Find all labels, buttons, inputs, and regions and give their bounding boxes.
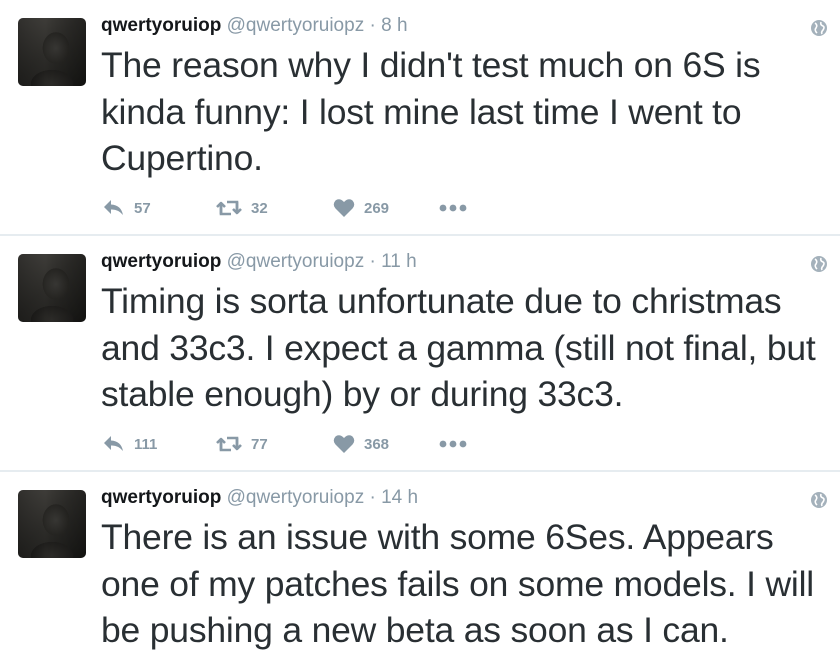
separator: · [369,487,376,508]
tweet-header: qwertyoruiop @qwertyoruiopz · 11 h [101,250,417,274]
tweet-actions: 111 77 368 [101,432,521,456]
more-icon [439,440,467,448]
tweet-actions: 57 32 269 [101,196,521,220]
avatar[interactable] [18,254,86,322]
tweet-text: The reason why I didn't test much on 6S … [101,45,761,178]
user-name[interactable]: qwertyoruiop [101,251,221,272]
more-button[interactable] [439,196,467,220]
retweet-button[interactable]: 77 [216,432,268,456]
like-count: 368 [364,435,390,453]
tweet-header: qwertyoruiop @qwertyoruiopz · 14 h [101,486,418,510]
like-button[interactable]: 368 [333,432,389,456]
globe-icon [811,20,827,36]
reply-icon [104,436,123,451]
user-handle[interactable]: @qwertyoruiopz [227,15,365,36]
timestamp[interactable]: 11 h [381,251,417,272]
heart-icon [333,199,355,217]
tweet-text: Timing is sorta unfortunate due to chris… [101,281,816,414]
tweet-text: There is an issue with some 6Ses. Appear… [101,517,814,650]
heart-icon [333,435,355,453]
separator: · [369,15,376,36]
tweet[interactable]: qwertyoruiop @qwertyoruiopz · 11 h Timin… [0,236,840,472]
separator: · [369,251,376,272]
retweet-icon [216,200,242,216]
more-button[interactable] [439,432,467,456]
retweet-count: 77 [251,435,268,453]
reply-button[interactable]: 57 [103,196,151,220]
reply-button[interactable]: 111 [103,432,157,456]
globe-icon [811,256,827,272]
user-handle[interactable]: @qwertyoruiopz [227,487,365,508]
reply-icon [104,200,123,215]
reply-count: 57 [134,199,151,217]
reply-count: 111 [134,435,158,453]
avatar[interactable] [18,18,86,86]
tweet[interactable]: qwertyoruiop @qwertyoruiopz · 14 h There… [0,472,840,664]
timestamp[interactable]: 8 h [381,15,407,36]
tweet-header: qwertyoruiop @qwertyoruiopz · 8 h [101,14,408,38]
timeline: qwertyoruiop @qwertyoruiopz · 8 h The re… [0,0,840,664]
globe-icon [811,492,827,508]
user-name[interactable]: qwertyoruiop [101,487,221,508]
more-icon [439,204,467,212]
like-count: 269 [364,199,390,217]
like-button[interactable]: 269 [333,196,389,220]
user-name[interactable]: qwertyoruiop [101,15,221,36]
retweet-icon [216,436,242,452]
retweet-button[interactable]: 32 [216,196,268,220]
avatar[interactable] [18,490,86,558]
user-handle[interactable]: @qwertyoruiopz [227,251,365,272]
tweet[interactable]: qwertyoruiop @qwertyoruiopz · 8 h The re… [0,0,840,236]
retweet-count: 32 [251,199,268,217]
timestamp[interactable]: 14 h [381,487,418,508]
